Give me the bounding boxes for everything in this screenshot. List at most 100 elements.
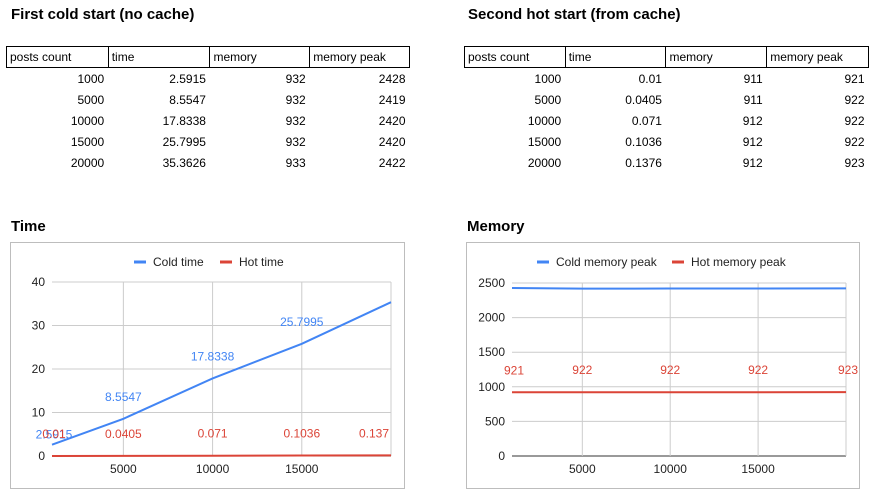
table-cell: 2.5915 [169, 71, 206, 86]
x-tick-label: 5000 [569, 462, 596, 476]
table-row: 15000 0.1036 912 922 [465, 131, 869, 152]
time-chart: 0 10 20 30 40 5000 10000 15000 2.5915 8.5547 17.83… [10, 242, 405, 489]
memory-chart: 0 500 1000 1500 2000 2500 5000 10000 15000 921 922… [466, 242, 860, 489]
y-tick-label: 40 [32, 275, 46, 289]
table-cell: 922 [844, 134, 865, 149]
series-line [511, 286, 847, 290]
data-label: 25.7995 [280, 315, 324, 329]
table-cell: 933 [285, 155, 306, 170]
y-tick-label: 2000 [478, 311, 505, 325]
y-tick-label: 1000 [478, 380, 505, 394]
table-cell: 1000 [77, 71, 105, 86]
column-header: posts count [6, 46, 109, 68]
y-tick-label: 10 [32, 406, 46, 420]
table-cell: 932 [285, 71, 306, 86]
table-cell: 20000 [70, 155, 105, 170]
table-row: 1000 2.5915 932 2428 [7, 68, 410, 90]
table-row: 15000 25.7995 932 2420 [7, 131, 410, 152]
y-tick-label: 20 [32, 362, 46, 376]
column-header: memory peak [309, 46, 410, 68]
table-cell: 0.1036 [625, 134, 662, 149]
hot-start-table: posts count time memory memory peak 1000… [464, 46, 869, 173]
column-header: time [564, 46, 667, 68]
data-label: 0.137 [359, 426, 389, 440]
table-row: 20000 0.1376 912 923 [465, 152, 869, 173]
table-row: 5000 0.0405 911 922 [465, 89, 869, 110]
cold-start-table: posts count time memory memory peak 1000… [6, 46, 410, 173]
table-cell: 911 [743, 71, 763, 86]
x-tick-label: 10000 [654, 462, 688, 476]
y-tick-label: 1500 [478, 345, 505, 359]
table-cell: 35.3626 [162, 155, 206, 170]
table-cell: 912 [742, 134, 763, 149]
table-cell: 2420 [378, 134, 406, 149]
column-header: posts count [464, 46, 566, 68]
data-label: 0.01 [42, 427, 66, 441]
table-cell: 10000 [70, 113, 105, 128]
data-label: 922 [660, 363, 680, 377]
column-header: memory peak [766, 46, 869, 68]
y-tick-label: 0 [38, 449, 45, 463]
table-row: 1000 0.01 911 921 [465, 68, 869, 90]
legend-label: Hot memory peak [691, 255, 787, 269]
time-chart-svg: 0102030405000 10000 150002.59158.554717.83… [32, 255, 392, 476]
series-line [51, 454, 392, 457]
table-cell: 17.8338 [162, 113, 206, 128]
table-cell: 2419 [378, 92, 406, 107]
table-cell: 1000 [534, 71, 562, 86]
table-row: 20000 35.3626 933 2422 [7, 152, 410, 173]
table-cell: 20000 [527, 155, 562, 170]
column-header: memory [209, 46, 311, 68]
table-cell: 932 [285, 134, 306, 149]
y-tick-label: 30 [32, 319, 46, 333]
legend-label: Hot time [239, 255, 284, 269]
table-cell: 922 [844, 92, 865, 107]
table-row: 10000 17.8338 932 2420 [7, 110, 410, 131]
x-tick-label: 15000 [741, 462, 775, 476]
table-cell: 8.5547 [169, 92, 206, 107]
table-cell: 0.1376 [625, 155, 662, 170]
hot-start-title: Second hot start (from cache) [468, 6, 681, 23]
time-chart-title: Time [11, 218, 46, 235]
data-label: 0.1036 [283, 427, 320, 441]
cold-start-title: First cold start (no cache) [11, 6, 195, 23]
column-header: memory [665, 46, 768, 68]
memory-chart-svg: 0 500 1000 1500 2000 2500 5000 10000 15000 921 922… [478, 255, 858, 476]
data-label: 17.8338 [191, 349, 235, 363]
table-cell: 2428 [378, 71, 406, 86]
table-cell: 15000 [527, 134, 562, 149]
x-tick-label: 5000 [110, 462, 137, 476]
y-tick-label: 0 [498, 449, 505, 463]
table-cell: 912 [742, 113, 763, 128]
table-cell: 922 [844, 113, 865, 128]
table-cell: 923 [844, 155, 865, 170]
table-cell: 0.0405 [625, 92, 662, 107]
legend-label: Cold memory peak [556, 255, 658, 269]
data-label: 922 [572, 363, 592, 377]
table-header-row: posts count time memory memory peak [464, 46, 869, 68]
table-cell: 0.071 [631, 113, 662, 128]
table-cell: 25.7995 [162, 134, 206, 149]
table-cell: 2422 [378, 155, 406, 170]
table-cell: 5000 [77, 92, 105, 107]
data-label: 923 [838, 363, 858, 377]
x-tick-label: 10000 [196, 462, 230, 476]
data-label: 0.0405 [105, 427, 142, 441]
table-row: 10000 0.071 912 922 [465, 110, 869, 131]
table-header-row: posts count time memory memory peak [6, 46, 410, 68]
table-cell: 5000 [534, 92, 562, 107]
data-label: 921 [504, 363, 524, 377]
table-cell: 912 [742, 155, 763, 170]
y-tick-label: 2500 [478, 276, 505, 290]
data-label: 8.5547 [105, 390, 142, 404]
memory-chart-title: Memory [467, 218, 525, 235]
table-cell: 10000 [527, 113, 562, 128]
legend-label: Cold time [153, 255, 204, 269]
table-cell: 0.01 [638, 71, 662, 86]
column-header: time [107, 46, 211, 68]
table-cell: 15000 [70, 134, 105, 149]
table-cell: 911 [743, 92, 763, 107]
table-cell: 2420 [378, 113, 406, 128]
data-label: 922 [748, 363, 768, 377]
table-cell: 921 [844, 71, 865, 86]
